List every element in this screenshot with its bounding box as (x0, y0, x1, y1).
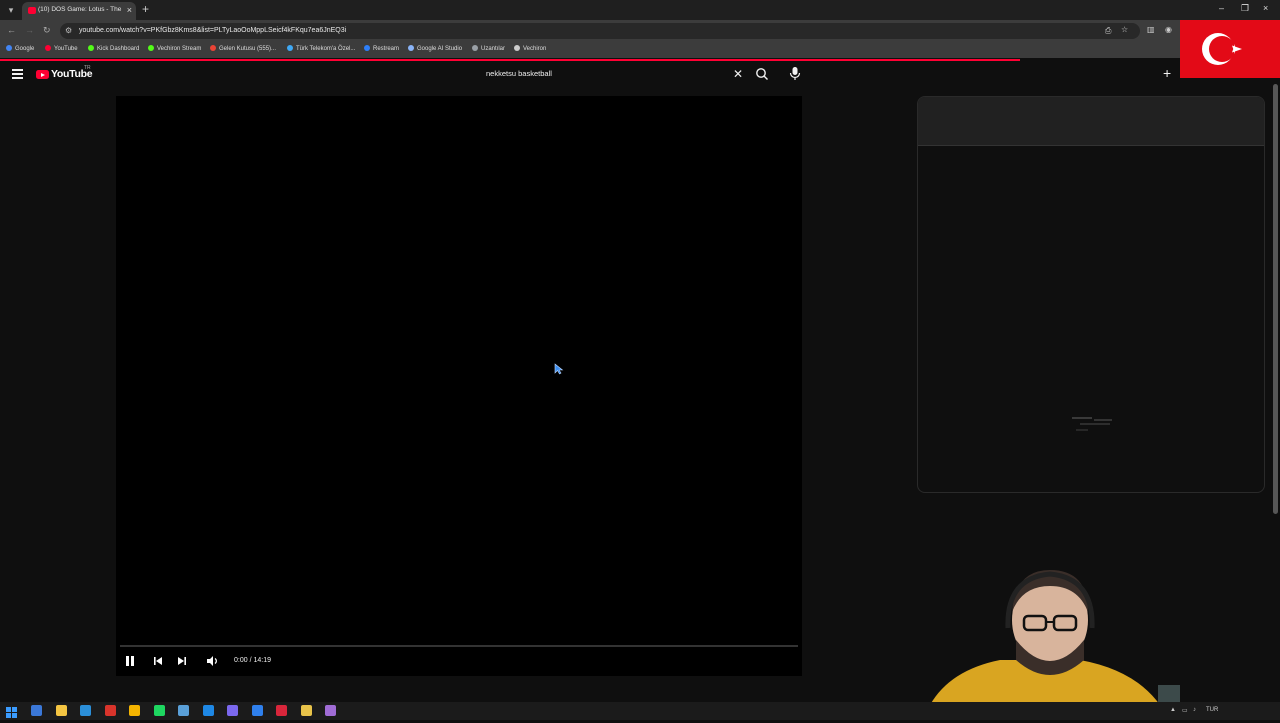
pause-icon[interactable] (125, 654, 135, 672)
window-close-icon[interactable]: × (1263, 3, 1268, 13)
browser-tab-active[interactable]: (10) DOS Game: Lotus - The Ul × (22, 2, 136, 20)
microphone-icon[interactable] (789, 66, 801, 82)
bookmark-youtube[interactable]: YouTube (45, 45, 78, 52)
search-icon[interactable] (755, 67, 769, 81)
progress-bar[interactable] (120, 645, 798, 647)
taskbar-app-icon-7[interactable] (178, 705, 189, 716)
bookmark-restream[interactable]: Restream (364, 45, 399, 52)
webcam-overlay (920, 560, 1180, 705)
next-icon[interactable] (177, 654, 187, 672)
ai-studio-icon (408, 45, 414, 51)
page-scrollbar[interactable] (1273, 84, 1278, 514)
page-load-progress (0, 59, 1020, 61)
video-player[interactable]: 0:00 / 14:19 (116, 96, 802, 676)
language-indicator[interactable]: TUR (1206, 707, 1218, 713)
new-tab-button[interactable]: + (142, 2, 149, 16)
tab-search-chevron-icon[interactable]: ▾ (4, 3, 18, 17)
search-input[interactable]: nekketsu basketball (486, 69, 552, 78)
forward-icon[interactable]: → (25, 25, 34, 35)
windows-taskbar: ▲ ▭ ♪ TUR (0, 702, 1280, 720)
tray-network-icon[interactable]: ▲ (1170, 707, 1176, 713)
bookmark-vechiron[interactable]: Vechiron (514, 45, 546, 52)
time-display: 0:00 / 14:19 (234, 657, 271, 664)
bookmark-kick-dashboard[interactable]: Kick Dashboard (88, 45, 139, 52)
puzzle-icon (472, 45, 478, 51)
restream-icon (364, 45, 370, 51)
related-panel (917, 96, 1265, 493)
panel-header (918, 97, 1264, 146)
profile-icon[interactable]: ◉ (1165, 25, 1172, 34)
taskbar-app-icon-5[interactable] (129, 705, 140, 716)
address-bar[interactable]: ⚙ youtube.com/watch?v=PKfGbz8Kms8&list=P… (60, 23, 1140, 39)
kick-icon (88, 45, 94, 51)
youtube-favicon-icon (28, 7, 36, 14)
telekom-icon (287, 45, 293, 51)
restore-icon[interactable]: ❐ (1241, 3, 1249, 14)
tab-title: (10) DOS Game: Lotus - The Ul (38, 6, 122, 13)
taskbar-app-icon-9[interactable] (227, 705, 238, 716)
clear-search-icon[interactable]: ✕ (733, 67, 743, 81)
tab-close-icon[interactable]: × (127, 5, 132, 15)
tray-volume-icon[interactable]: ♪ (1193, 707, 1196, 713)
taskbar-app-icon-1[interactable] (31, 705, 42, 716)
start-icon[interactable] (6, 705, 17, 718)
reload-icon[interactable]: ↻ (43, 25, 51, 36)
taskbar-app-icon-12[interactable] (300, 705, 312, 716)
taskbar-app-icon-11[interactable] (276, 705, 287, 716)
taskbar-app-icon-10[interactable] (251, 705, 263, 716)
vechiron-icon (514, 45, 520, 51)
bookmark-google[interactable]: Google (6, 45, 34, 52)
bookmark-star-icon[interactable]: ☆ (1121, 25, 1128, 34)
bookmark-turk-telekom[interactable]: Türk Telekom'a Özel... (287, 45, 355, 52)
turkish-flag-overlay (1180, 20, 1280, 78)
gmail-icon (210, 45, 216, 51)
taskbar-app-icon-8[interactable] (202, 705, 214, 716)
taskbar-app-icon-4[interactable] (104, 705, 116, 716)
taskbar-app-icon-6[interactable] (153, 705, 165, 716)
taskbar-app-icon-13[interactable] (325, 705, 336, 716)
bookmarks-bar: Google YouTube Kick Dashboard Vechiron S… (0, 42, 1280, 58)
bookmark-extensions[interactable]: Uzantılar (472, 45, 505, 52)
youtube-icon (45, 45, 51, 51)
create-icon[interactable]: + (1163, 65, 1171, 81)
bookmark-vechiron-stream[interactable]: Vechiron Stream (148, 45, 201, 52)
site-info-icon[interactable]: ⚙ (65, 26, 72, 35)
url-text[interactable]: youtube.com/watch?v=PKfGbz8Kms8&list=PLT… (79, 27, 346, 34)
youtube-play-icon (36, 70, 49, 79)
minimize-icon[interactable]: – (1219, 3, 1224, 13)
tray-display-icon[interactable]: ▭ (1182, 707, 1188, 714)
crescent-star-icon (1202, 33, 1242, 65)
browser-tab-strip: ▾ (10) DOS Game: Lotus - The Ul × + – ❐ … (0, 0, 1280, 20)
browser-toolbar: ← → ↻ ⚙ youtube.com/watch?v=PKfGbz8Kms8&… (0, 20, 1280, 42)
guide-menu-icon[interactable] (12, 69, 23, 81)
taskbar-app-icon-2[interactable] (55, 705, 67, 716)
back-icon[interactable]: ← (7, 25, 16, 35)
previous-icon[interactable] (153, 654, 163, 672)
install-app-icon[interactable]: ⎙ (1105, 26, 1111, 36)
google-icon (6, 45, 12, 51)
volume-icon[interactable] (206, 654, 219, 672)
loading-artifact (1072, 417, 1112, 431)
region-code: TR (84, 65, 91, 71)
bookmark-google-ai-studio[interactable]: Google AI Studio (408, 45, 462, 52)
bookmark-inbox[interactable]: Gelen Kutusu (555)... (210, 45, 276, 52)
kick-icon (148, 45, 154, 51)
extension-icon[interactable]: ▥ (1147, 25, 1155, 34)
mouse-cursor-icon (554, 362, 564, 380)
taskbar-app-icon-3[interactable] (80, 705, 91, 716)
